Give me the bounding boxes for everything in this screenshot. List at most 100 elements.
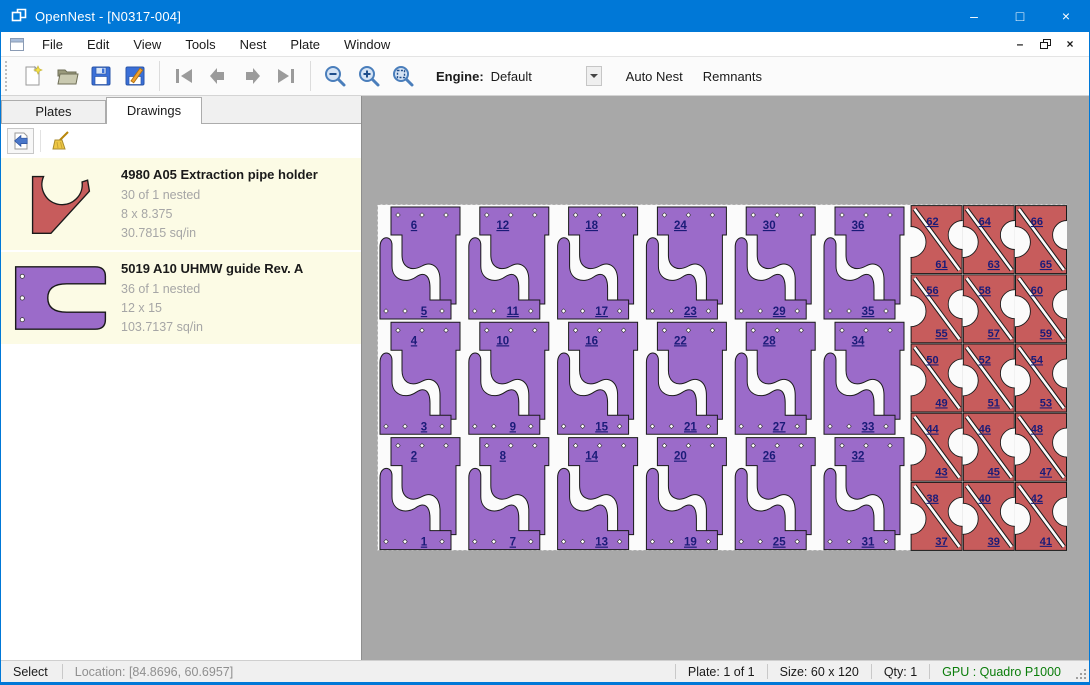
- svg-text:36: 36: [852, 220, 865, 232]
- svg-text:48: 48: [1031, 424, 1043, 436]
- svg-text:65: 65: [1040, 259, 1052, 271]
- nest-part-pair-purple[interactable]: 12 11: [469, 207, 549, 319]
- menu-window[interactable]: Window: [332, 34, 402, 55]
- drawing-size-2: 12 x 15: [121, 299, 353, 318]
- nest-part-pair-purple[interactable]: 1817: [558, 207, 638, 319]
- nest-part-pair-purple[interactable]: 3029: [735, 207, 815, 319]
- svg-text:14: 14: [585, 451, 598, 463]
- save-icon: [89, 64, 113, 88]
- nest-part-pair-purple[interactable]: 3231: [824, 438, 904, 550]
- menu-bar: File Edit View Tools Nest Plate Window –…: [1, 32, 1089, 56]
- status-mode: Select: [1, 665, 62, 679]
- last-plate-button[interactable]: [269, 59, 303, 93]
- broom-icon: [51, 131, 71, 151]
- maximize-button[interactable]: □: [997, 0, 1043, 32]
- svg-text:11: 11: [507, 306, 520, 318]
- plate[interactable]: 6512111817242330293635431091615222128273…: [377, 204, 1067, 551]
- zoom-in-button[interactable]: [352, 59, 386, 93]
- menu-tools[interactable]: Tools: [173, 34, 227, 55]
- new-nest-button[interactable]: [16, 59, 50, 93]
- toolbar-grip[interactable]: [5, 61, 11, 91]
- svg-text:27: 27: [773, 421, 786, 433]
- reimport-drawing-button[interactable]: [7, 128, 34, 154]
- drawings-toolbar: [1, 124, 361, 158]
- engine-select-value[interactable]: Default: [491, 69, 586, 84]
- close-button[interactable]: ×: [1043, 0, 1089, 32]
- svg-text:13: 13: [595, 537, 608, 549]
- nest-part-pair-purple[interactable]: 28 27: [735, 322, 815, 434]
- main-toolbar: Engine: Default Auto Nest Remnants: [1, 56, 1089, 96]
- resize-grip[interactable]: [1073, 661, 1089, 682]
- mdi-close-button[interactable]: ×: [1059, 35, 1081, 53]
- nest-part-pair-purple[interactable]: 65: [380, 207, 460, 319]
- svg-text:50: 50: [926, 354, 938, 366]
- mdi-restore-button[interactable]: [1034, 35, 1056, 53]
- drawing-item-2[interactable]: 5019 A10 UHMW guide Rev. A 36 of 1 neste…: [1, 252, 361, 344]
- svg-text:9: 9: [510, 421, 516, 433]
- app-icon: [11, 8, 27, 24]
- svg-text:25: 25: [773, 537, 786, 549]
- nest-part-pair-purple[interactable]: 43: [380, 322, 460, 434]
- nest-part-pair-purple[interactable]: 2019: [646, 438, 726, 550]
- minimize-button[interactable]: –: [951, 0, 997, 32]
- svg-text:54: 54: [1031, 354, 1044, 366]
- save-button[interactable]: [84, 59, 118, 93]
- menu-plate[interactable]: Plate: [278, 34, 332, 55]
- tab-plates[interactable]: Plates: [1, 100, 106, 123]
- svg-text:43: 43: [935, 467, 947, 479]
- drawing-area-1: 30.7815 sq/in: [121, 224, 353, 243]
- svg-text:28: 28: [763, 335, 776, 347]
- svg-text:62: 62: [926, 216, 938, 228]
- drawing-item-1[interactable]: 4980 A05 Extraction pipe holder 30 of 1 …: [1, 158, 361, 250]
- menu-nest[interactable]: Nest: [228, 34, 279, 55]
- zoom-out-button[interactable]: [318, 59, 352, 93]
- nest-canvas[interactable]: 6512111817242330293635431091615222128273…: [361, 96, 1089, 660]
- nest-part-pair-purple[interactable]: 1615: [558, 322, 638, 434]
- svg-text:51: 51: [988, 397, 1000, 409]
- engine-dropdown-arrow[interactable]: [586, 66, 602, 86]
- zoom-fit-button[interactable]: [386, 59, 420, 93]
- previous-plate-button[interactable]: [201, 59, 235, 93]
- nest-part-pair-purple[interactable]: 3635: [824, 207, 904, 319]
- first-plate-button[interactable]: [167, 59, 201, 93]
- status-size: Size: 60 x 120: [768, 665, 871, 679]
- previous-arrow-icon: [206, 64, 230, 88]
- document-icon[interactable]: [10, 38, 24, 51]
- auto-nest-button[interactable]: Auto Nest: [616, 63, 693, 90]
- nest-part-pair-purple[interactable]: 21: [380, 438, 460, 550]
- nest-part-pair-purple[interactable]: 109: [469, 322, 549, 434]
- menu-file[interactable]: File: [30, 34, 75, 55]
- open-folder-icon: [55, 64, 79, 88]
- status-bar: Select Location: [84.8696, 60.6957] Plat…: [1, 660, 1089, 682]
- svg-text:12: 12: [496, 220, 509, 232]
- first-arrow-icon: [172, 64, 196, 88]
- menu-view[interactable]: View: [121, 34, 173, 55]
- clean-drawings-button[interactable]: [47, 128, 74, 154]
- nest-part-pair-purple[interactable]: 26 25: [735, 438, 815, 550]
- svg-text:18: 18: [585, 220, 598, 232]
- tab-drawings[interactable]: Drawings: [106, 97, 202, 124]
- nest-part-pair-purple[interactable]: 14 13: [558, 438, 638, 550]
- save-as-button[interactable]: [118, 59, 152, 93]
- menu-edit[interactable]: Edit: [75, 34, 121, 55]
- svg-text:16: 16: [585, 335, 598, 347]
- nest-part-pair-purple[interactable]: 2423: [646, 207, 726, 319]
- drawings-panel: 4980 A05 Extraction pipe holder 30 of 1 …: [1, 124, 361, 660]
- svg-text:42: 42: [1031, 493, 1043, 505]
- remnants-button[interactable]: Remnants: [693, 63, 772, 90]
- svg-text:19: 19: [684, 537, 697, 549]
- svg-text:26: 26: [763, 451, 776, 463]
- svg-text:63: 63: [988, 259, 1000, 271]
- svg-text:41: 41: [1040, 536, 1052, 548]
- mdi-minimize-button[interactable]: –: [1009, 35, 1031, 53]
- nest-part-pair-purple[interactable]: 3433: [824, 322, 904, 434]
- svg-text:3: 3: [421, 421, 427, 433]
- nest-part-pair-purple[interactable]: 2221: [646, 322, 726, 434]
- next-plate-button[interactable]: [235, 59, 269, 93]
- nest-part-pair-purple[interactable]: 87: [469, 438, 549, 550]
- drawing-area-2: 103.7137 sq/in: [121, 318, 353, 337]
- open-button[interactable]: [50, 59, 84, 93]
- svg-text:30: 30: [763, 220, 776, 232]
- drawing-size-1: 8 x 8.375: [121, 205, 353, 224]
- svg-text:4: 4: [411, 335, 418, 347]
